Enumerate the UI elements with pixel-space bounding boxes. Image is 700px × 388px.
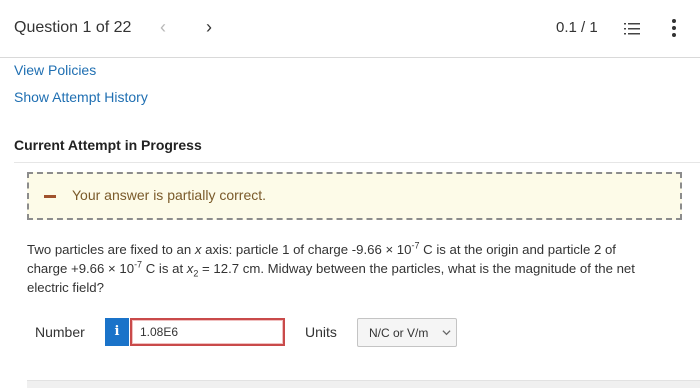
- next-section-edge: [27, 380, 700, 388]
- units-select[interactable]: N/C or V/m: [357, 318, 457, 347]
- minus-icon: [44, 195, 56, 198]
- question-text: Two particles are fixed to an x axis: pa…: [27, 240, 635, 295]
- chevron-down-icon: [442, 330, 451, 336]
- view-policies-link[interactable]: View Policies: [14, 62, 96, 78]
- more-vertical-icon[interactable]: [671, 18, 677, 38]
- feedback-message: Your answer is partially correct.: [72, 187, 267, 203]
- score-display: 0.1 / 1: [556, 19, 598, 36]
- attempt-heading: Current Attempt in Progress: [14, 137, 202, 153]
- numbered-list-icon[interactable]: [624, 21, 640, 37]
- units-select-value: N/C or V/m: [369, 326, 429, 340]
- info-icon[interactable]: i: [105, 318, 129, 346]
- question-counter: Question 1 of 22: [14, 19, 132, 36]
- units-label: Units: [305, 324, 337, 340]
- feedback-banner: Your answer is partially correct.: [27, 172, 682, 220]
- question-header: Question 1 of 22 ‹ › 0.1 / 1: [0, 0, 700, 58]
- chevron-right-icon[interactable]: ›: [206, 17, 212, 38]
- divider: [14, 162, 700, 163]
- chevron-left-icon[interactable]: ‹: [160, 17, 166, 38]
- number-label: Number: [35, 324, 85, 340]
- show-attempt-history-link[interactable]: Show Attempt History: [14, 89, 148, 105]
- answer-input[interactable]: [130, 318, 285, 346]
